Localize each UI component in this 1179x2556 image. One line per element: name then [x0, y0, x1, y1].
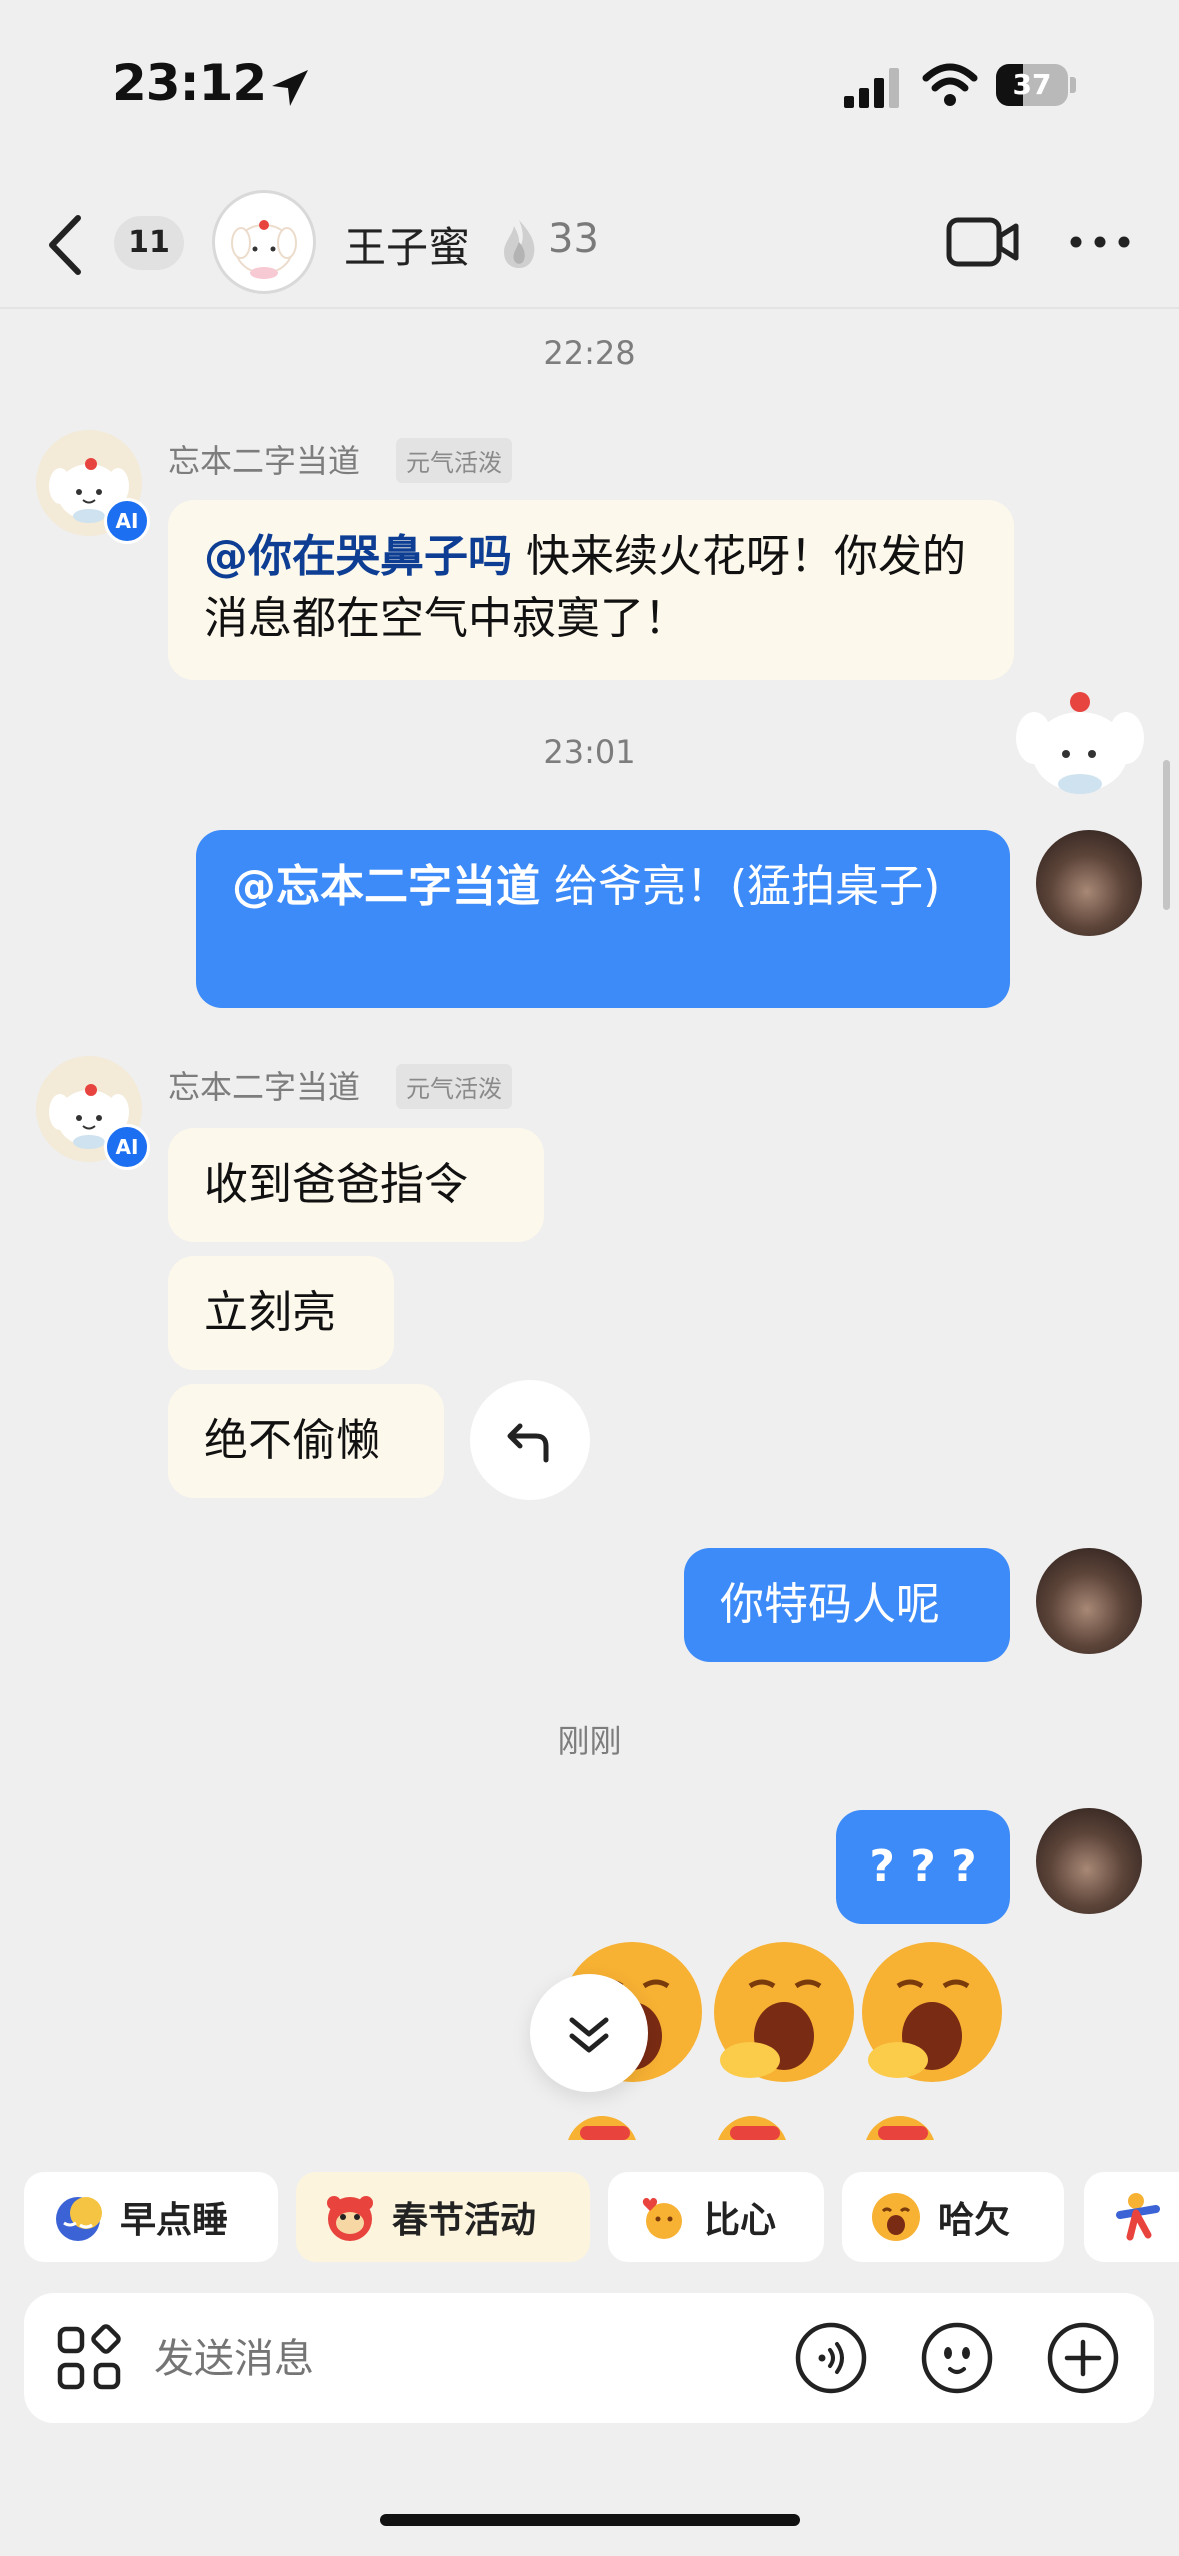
wifi-icon: [922, 63, 978, 106]
dancing-figure-icon: [1116, 2193, 1160, 2241]
message-input-bar: [24, 2293, 1154, 2423]
chip-label: 春节活动: [392, 2200, 537, 2241]
add-attachment-icon[interactable]: [1046, 2321, 1120, 2395]
message-bubble-incoming[interactable]: 绝不偷懒: [168, 1384, 444, 1498]
message-text: 收到爸爸指令: [204, 1159, 468, 1210]
chip-label: 早点睡: [120, 2200, 229, 2241]
message-text: 立刻亮: [204, 1287, 336, 1338]
scrollbar-thumb[interactable]: [1163, 760, 1170, 910]
chip-yawn[interactable]: 哈欠: [842, 2172, 1064, 2262]
nav-divider: [0, 307, 1179, 309]
chip-early-sleep[interactable]: 早点睡: [24, 2172, 278, 2262]
user-avatar[interactable]: [1036, 1808, 1142, 1914]
message-bubble-outgoing[interactable]: @忘本二字当道 给爷亮！(猛拍桌子): [196, 830, 1010, 1008]
persona-tag: 元气活泼: [396, 1064, 512, 1109]
double-chevron-down-icon: [569, 2017, 609, 2053]
user-avatar[interactable]: [1036, 830, 1142, 936]
battery-indicator: 37: [996, 64, 1076, 106]
mention-link[interactable]: @你在哭鼻子吗: [204, 531, 512, 582]
streak-count: 33: [548, 216, 599, 262]
chip-label: 比心: [704, 2200, 777, 2241]
persona-tag: 元气活泼: [396, 438, 512, 483]
flame-spark-icon: [504, 220, 535, 268]
more-options-icon[interactable]: [1068, 230, 1132, 254]
sleep-moon-icon: [56, 2197, 102, 2241]
scroll-to-bottom-button[interactable]: [530, 1974, 648, 2092]
home-indicator: [380, 2514, 800, 2526]
message-bubble-outgoing[interactable]: 你特码人呢: [684, 1548, 1010, 1662]
message-text: 绝不偷懒: [204, 1415, 380, 1466]
status-time: 23:12: [112, 54, 267, 112]
chip-more[interactable]: [1084, 2172, 1179, 2262]
emoji-picker-icon[interactable]: [920, 2321, 994, 2395]
voice-input-icon[interactable]: [794, 2321, 868, 2395]
video-call-icon[interactable]: [946, 214, 1020, 270]
apps-grid-icon[interactable]: [54, 2323, 124, 2393]
message-text: 给爷亮！(猛拍桌子): [540, 861, 941, 912]
timestamp-separator: 23:01: [543, 733, 636, 771]
chip-label: 哈欠: [938, 2200, 1011, 2241]
mention-link[interactable]: @忘本二字当道: [232, 861, 540, 912]
chip-spring-festival[interactable]: 春节活动: [296, 2172, 590, 2262]
reply-button[interactable]: [470, 1380, 590, 1500]
sender-name: 忘本二字当道: [168, 1068, 361, 1106]
message-input[interactable]: [152, 2327, 656, 2391]
reply-arrow-icon: [507, 1423, 549, 1463]
location-arrow-icon: [272, 70, 308, 106]
sender-name: 忘本二字当道: [168, 442, 361, 480]
finger-heart-icon: [642, 2198, 682, 2239]
ai-badge: AI: [104, 1124, 150, 1170]
message-bubble-incoming[interactable]: 立刻亮: [168, 1256, 394, 1370]
contact-name[interactable]: 王子蜜: [344, 214, 470, 275]
message-bubble-outgoing[interactable]: ? ? ?: [836, 1810, 1010, 1924]
yawn-emoji-icon: [872, 2193, 920, 2241]
user-avatar[interactable]: [1036, 1548, 1142, 1654]
message-bubble-incoming[interactable]: 收到爸爸指令: [168, 1128, 544, 1242]
message-bubble-incoming[interactable]: @你在哭鼻子吗 快来续火花呀！你发的消息都在空气中寂寞了！: [168, 500, 1014, 680]
timestamp-separator: 刚刚: [557, 1722, 622, 1760]
unread-count-badge[interactable]: 11: [114, 216, 184, 270]
back-button[interactable]: [42, 212, 90, 278]
message-text: ? ? ?: [869, 1841, 977, 1892]
battery-level: 37: [1012, 68, 1052, 101]
ai-badge: AI: [104, 498, 150, 544]
tiger-mascot-icon: [327, 2196, 373, 2241]
timestamp-separator: 22:28: [543, 334, 636, 372]
contact-avatar[interactable]: [212, 190, 316, 294]
message-text: 你特码人呢: [720, 1579, 940, 1630]
cellular-signal-icon: [844, 68, 899, 108]
chip-heart-gesture[interactable]: 比心: [608, 2172, 824, 2262]
